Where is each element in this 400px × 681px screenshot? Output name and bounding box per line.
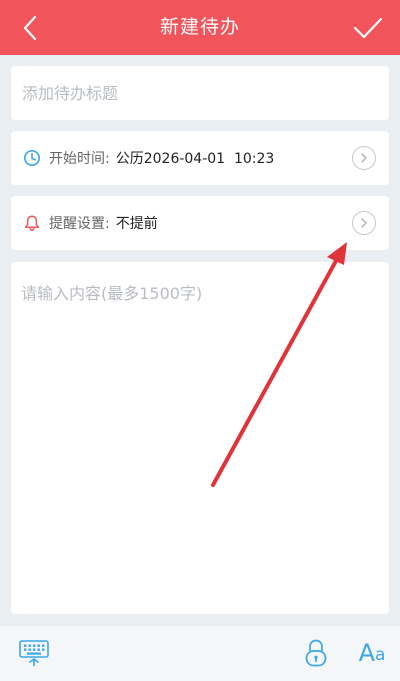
title-card	[11, 66, 389, 120]
keyboard-button[interactable]	[17, 638, 51, 668]
page-title: 新建待办	[159, 16, 240, 38]
font-size-big-letter: A	[358, 639, 375, 667]
bell-icon	[23, 214, 41, 232]
keyboard-icon	[19, 640, 49, 667]
chevron-right-icon[interactable]	[352, 211, 376, 235]
reminder-value: 不提前	[115, 216, 158, 232]
start-time-value: 公历2026-04-01 10:23	[115, 151, 275, 167]
font-size-button[interactable]: Aa	[354, 638, 390, 668]
start-time-label: 开始时间:	[49, 151, 110, 167]
content-textarea[interactable]	[11, 262, 389, 614]
font-size-icon: Aa	[359, 641, 386, 665]
app-header: 新建待办	[0, 0, 400, 55]
lock-icon	[305, 639, 327, 667]
reminder-row[interactable]: 提醒设置: 不提前	[11, 196, 389, 250]
font-size-small-letter: a	[375, 645, 386, 665]
lock-button[interactable]	[302, 638, 330, 668]
clock-icon	[23, 149, 41, 167]
start-time-row[interactable]: 开始时间: 公历2026-04-01 10:23	[11, 131, 389, 185]
bottom-toolbar: Aa	[0, 626, 400, 681]
reminder-label: 提醒设置:	[49, 216, 110, 232]
title-input[interactable]	[11, 66, 389, 120]
checkmark-icon	[353, 17, 383, 39]
content-card	[11, 262, 389, 614]
confirm-button[interactable]	[350, 10, 386, 46]
chevron-right-icon[interactable]	[352, 146, 376, 170]
